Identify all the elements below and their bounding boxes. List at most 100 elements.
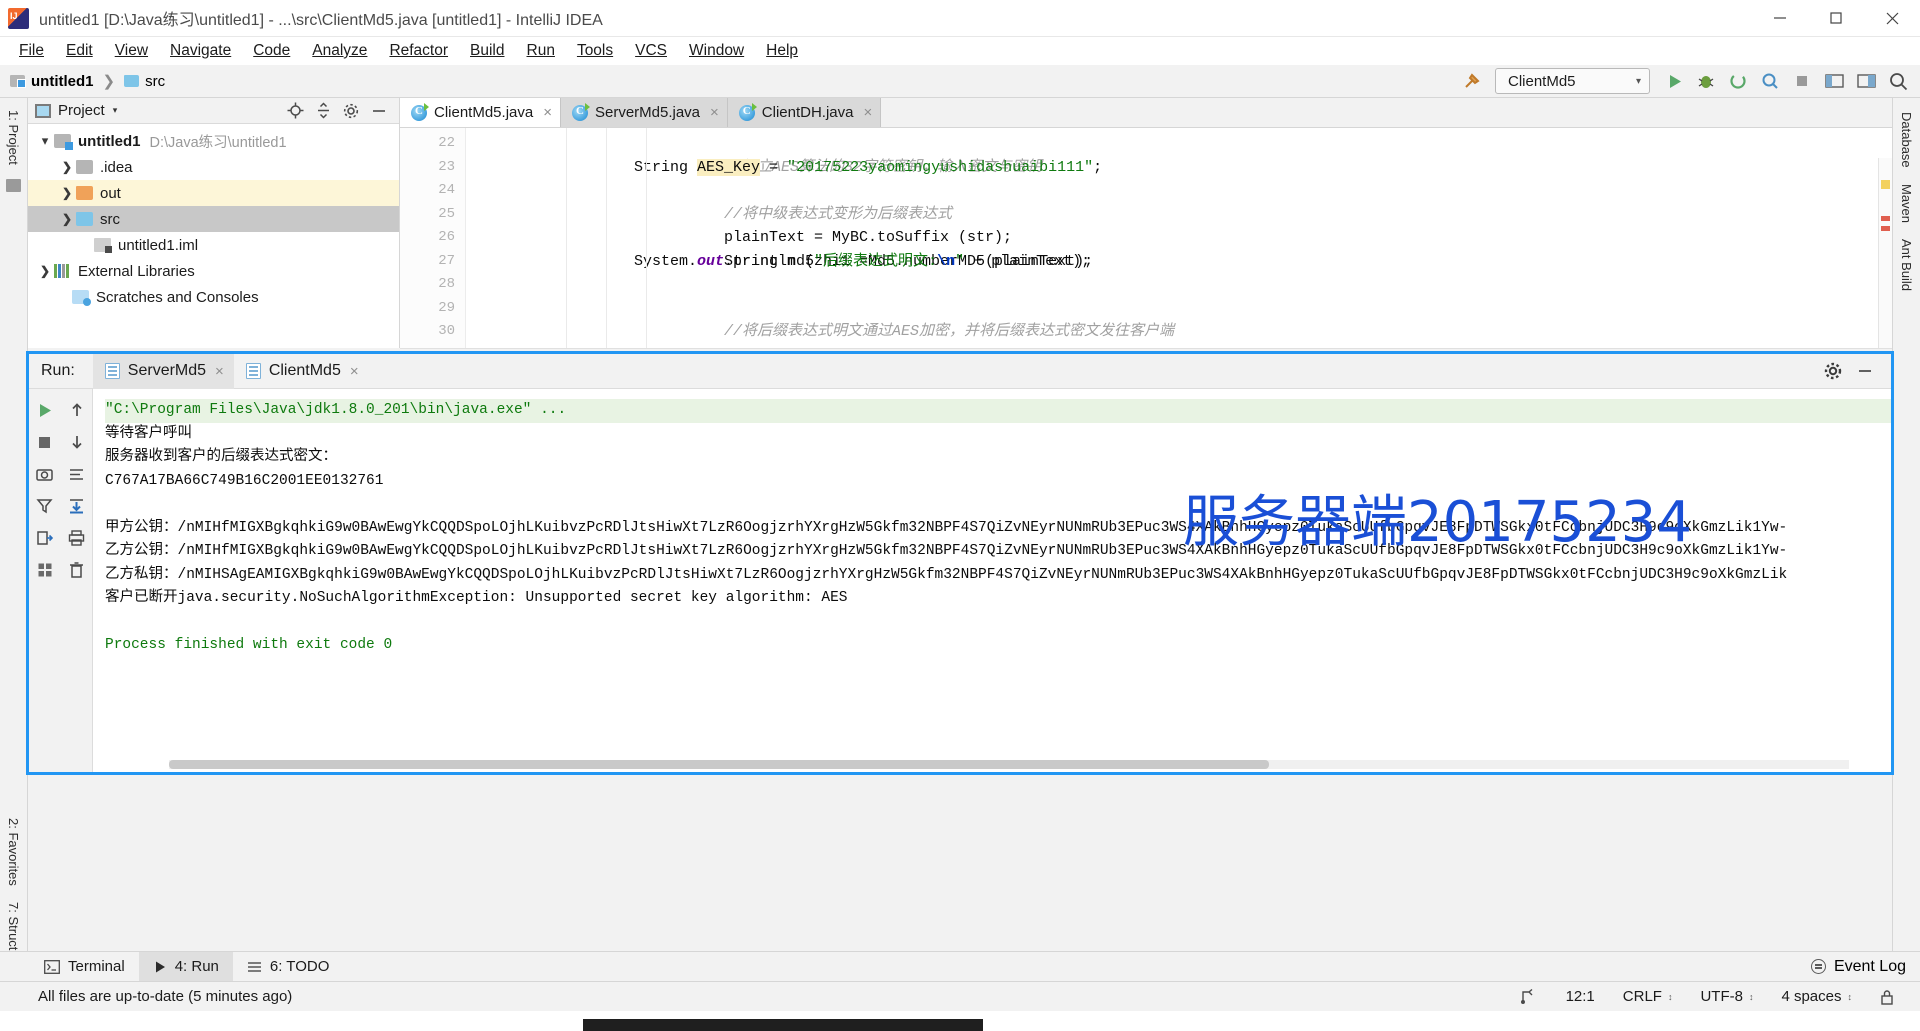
- menu-vcs[interactable]: VCS: [624, 40, 678, 62]
- tree-node-idea[interactable]: .idea: [28, 154, 399, 180]
- branch-icon[interactable]: [1506, 988, 1552, 1005]
- menu-analyze[interactable]: Analyze: [301, 40, 378, 62]
- editor-scrollbar[interactable]: [1878, 158, 1892, 348]
- wrap-text-icon[interactable]: [63, 460, 91, 488]
- close-icon[interactable]: ×: [215, 363, 224, 380]
- console-output[interactable]: "C:\Program Files\Java\jdk1.8.0_201\bin\…: [93, 389, 1891, 772]
- tree-node-scratches-and-consoles[interactable]: Scratches and Consoles: [28, 284, 399, 310]
- minimize-icon[interactable]: [1752, 0, 1808, 37]
- menu-refactor[interactable]: Refactor: [378, 40, 459, 62]
- run-icon[interactable]: [1658, 67, 1690, 95]
- menu-code[interactable]: Code: [242, 40, 301, 62]
- close-icon[interactable]: ×: [350, 363, 359, 380]
- menu-view[interactable]: View: [104, 40, 159, 62]
- close-icon[interactable]: ×: [710, 104, 719, 121]
- structure-folder-icon[interactable]: [6, 178, 21, 192]
- breadcrumb-src[interactable]: src: [124, 73, 165, 90]
- menu-help[interactable]: Help: [755, 40, 809, 62]
- sidebar-item-database[interactable]: Database: [1893, 104, 1920, 176]
- sidebar-item-project[interactable]: 1: Project: [0, 102, 27, 173]
- print-icon[interactable]: [63, 524, 91, 552]
- hide-icon[interactable]: [365, 99, 393, 123]
- scrollbar-thumb[interactable]: [169, 760, 1269, 769]
- toolbar-actions: ClientMd5 ▾: [1455, 67, 1920, 95]
- tool-window-todo[interactable]: 6: TODO: [233, 952, 343, 982]
- menu-edit[interactable]: Edit: [55, 40, 104, 62]
- breadcrumb-project[interactable]: untitled1: [10, 73, 94, 90]
- sidebar-item-favorites[interactable]: 2: Favorites: [0, 810, 27, 894]
- code-lines[interactable]: //设立AES算法的32字符密钥，输入密文与密钥 String AES_Key …: [466, 128, 1892, 348]
- tab-clientdh-java[interactable]: ClientDH.java ×: [727, 98, 882, 127]
- menu-navigate[interactable]: Navigate: [159, 40, 242, 62]
- chevron-right-icon[interactable]: [58, 160, 76, 174]
- chevron-down-icon[interactable]: [36, 133, 54, 149]
- sidebar-item-ant-build[interactable]: Ant Build: [1893, 231, 1920, 299]
- tree-node-external-libraries[interactable]: External Libraries: [28, 258, 399, 284]
- warning-marker[interactable]: [1881, 180, 1890, 189]
- settings-icon[interactable]: [337, 99, 365, 123]
- close-icon[interactable]: ×: [864, 104, 873, 121]
- event-log-button[interactable]: Event Log: [1810, 958, 1920, 976]
- debug-icon[interactable]: [1690, 67, 1722, 95]
- tool-window-run[interactable]: 4: Run: [138, 951, 233, 982]
- tab-clientmd5-java[interactable]: ClientMd5.java ×: [400, 98, 561, 127]
- tree-node-label: src: [100, 210, 120, 228]
- update-icon[interactable]: [1850, 67, 1882, 95]
- tree-node-src[interactable]: src: [28, 206, 399, 232]
- tool-window-terminal[interactable]: Terminal: [30, 952, 139, 982]
- collapse-all-icon[interactable]: [309, 99, 337, 123]
- line-separator[interactable]: CRLF ↕: [1609, 988, 1687, 1005]
- settings-icon[interactable]: [1817, 357, 1849, 385]
- console-horizontal-scrollbar[interactable]: [169, 760, 1849, 769]
- indent-setting[interactable]: 4 spaces ↕: [1767, 988, 1866, 1005]
- menu-file[interactable]: File: [8, 40, 55, 62]
- chevron-down-icon[interactable]: ▾: [113, 105, 118, 116]
- menu-tools[interactable]: Tools: [566, 40, 624, 62]
- chevron-right-icon[interactable]: [36, 264, 54, 278]
- tab-servermd5-java[interactable]: ServerMd5.java ×: [560, 98, 728, 127]
- lock-icon[interactable]: [1866, 989, 1908, 1005]
- tree-node-untitled1[interactable]: untitled1 D:\Java练习\untitled1: [28, 128, 399, 154]
- down-stack-icon[interactable]: [63, 428, 91, 456]
- layout-icon[interactable]: [1818, 67, 1850, 95]
- export-icon[interactable]: [31, 524, 59, 552]
- profile-icon[interactable]: [1754, 67, 1786, 95]
- chevron-right-icon[interactable]: [58, 186, 76, 200]
- code-editor[interactable]: 22 23 24 25 26 27 28 29 30 31 //设立AES算法的…: [400, 128, 1892, 348]
- trash-icon[interactable]: [63, 556, 91, 584]
- menu-build[interactable]: Build: [459, 40, 515, 62]
- filter-icon[interactable]: [31, 492, 59, 520]
- tree-node-untitled1-iml[interactable]: untitled1.iml: [28, 232, 399, 258]
- up-stack-icon[interactable]: [63, 396, 91, 424]
- menu-file-label: File: [19, 42, 44, 59]
- chevron-right-icon[interactable]: [58, 212, 76, 226]
- tree-node-out[interactable]: out: [28, 180, 399, 206]
- scroll-to-end-icon[interactable]: [63, 492, 91, 520]
- menu-window[interactable]: Window: [678, 40, 755, 62]
- console-line: 乙方私钥：/nMIHSAgEAMIGXBgkqhkiG9w0BAwEwgYkCQ…: [105, 566, 1788, 583]
- run-with-coverage-icon[interactable]: [1722, 67, 1754, 95]
- close-icon[interactable]: ×: [543, 104, 552, 121]
- minimize-icon[interactable]: [1849, 357, 1881, 385]
- run-tab-clientmd5[interactable]: ClientMd5 ×: [234, 354, 369, 389]
- error-marker[interactable]: [1881, 216, 1890, 221]
- search-everywhere-icon[interactable]: [1882, 67, 1914, 95]
- chevron-updown-icon: ↕: [1667, 991, 1673, 1002]
- camera-icon[interactable]: [31, 460, 59, 488]
- error-marker[interactable]: [1881, 226, 1890, 231]
- caret-position[interactable]: 12:1: [1552, 988, 1609, 1005]
- close-icon[interactable]: [1864, 0, 1920, 37]
- file-encoding[interactable]: UTF-8 ↕: [1686, 988, 1767, 1005]
- locate-icon[interactable]: [281, 99, 309, 123]
- sidebar-item-maven[interactable]: Maven: [1893, 176, 1920, 231]
- menu-run[interactable]: Run: [516, 40, 566, 62]
- maximize-icon[interactable]: [1808, 0, 1864, 37]
- run-tab-servermd5[interactable]: ServerMd5 ×: [92, 353, 234, 389]
- rerun-icon[interactable]: [31, 396, 59, 424]
- stop-icon[interactable]: [1786, 67, 1818, 95]
- line-number: 27: [438, 252, 455, 269]
- stop-icon[interactable]: [31, 428, 59, 456]
- run-configuration-selector[interactable]: ClientMd5 ▾: [1495, 68, 1650, 94]
- hammer-icon[interactable]: [1455, 68, 1489, 94]
- grid-icon[interactable]: [31, 556, 59, 584]
